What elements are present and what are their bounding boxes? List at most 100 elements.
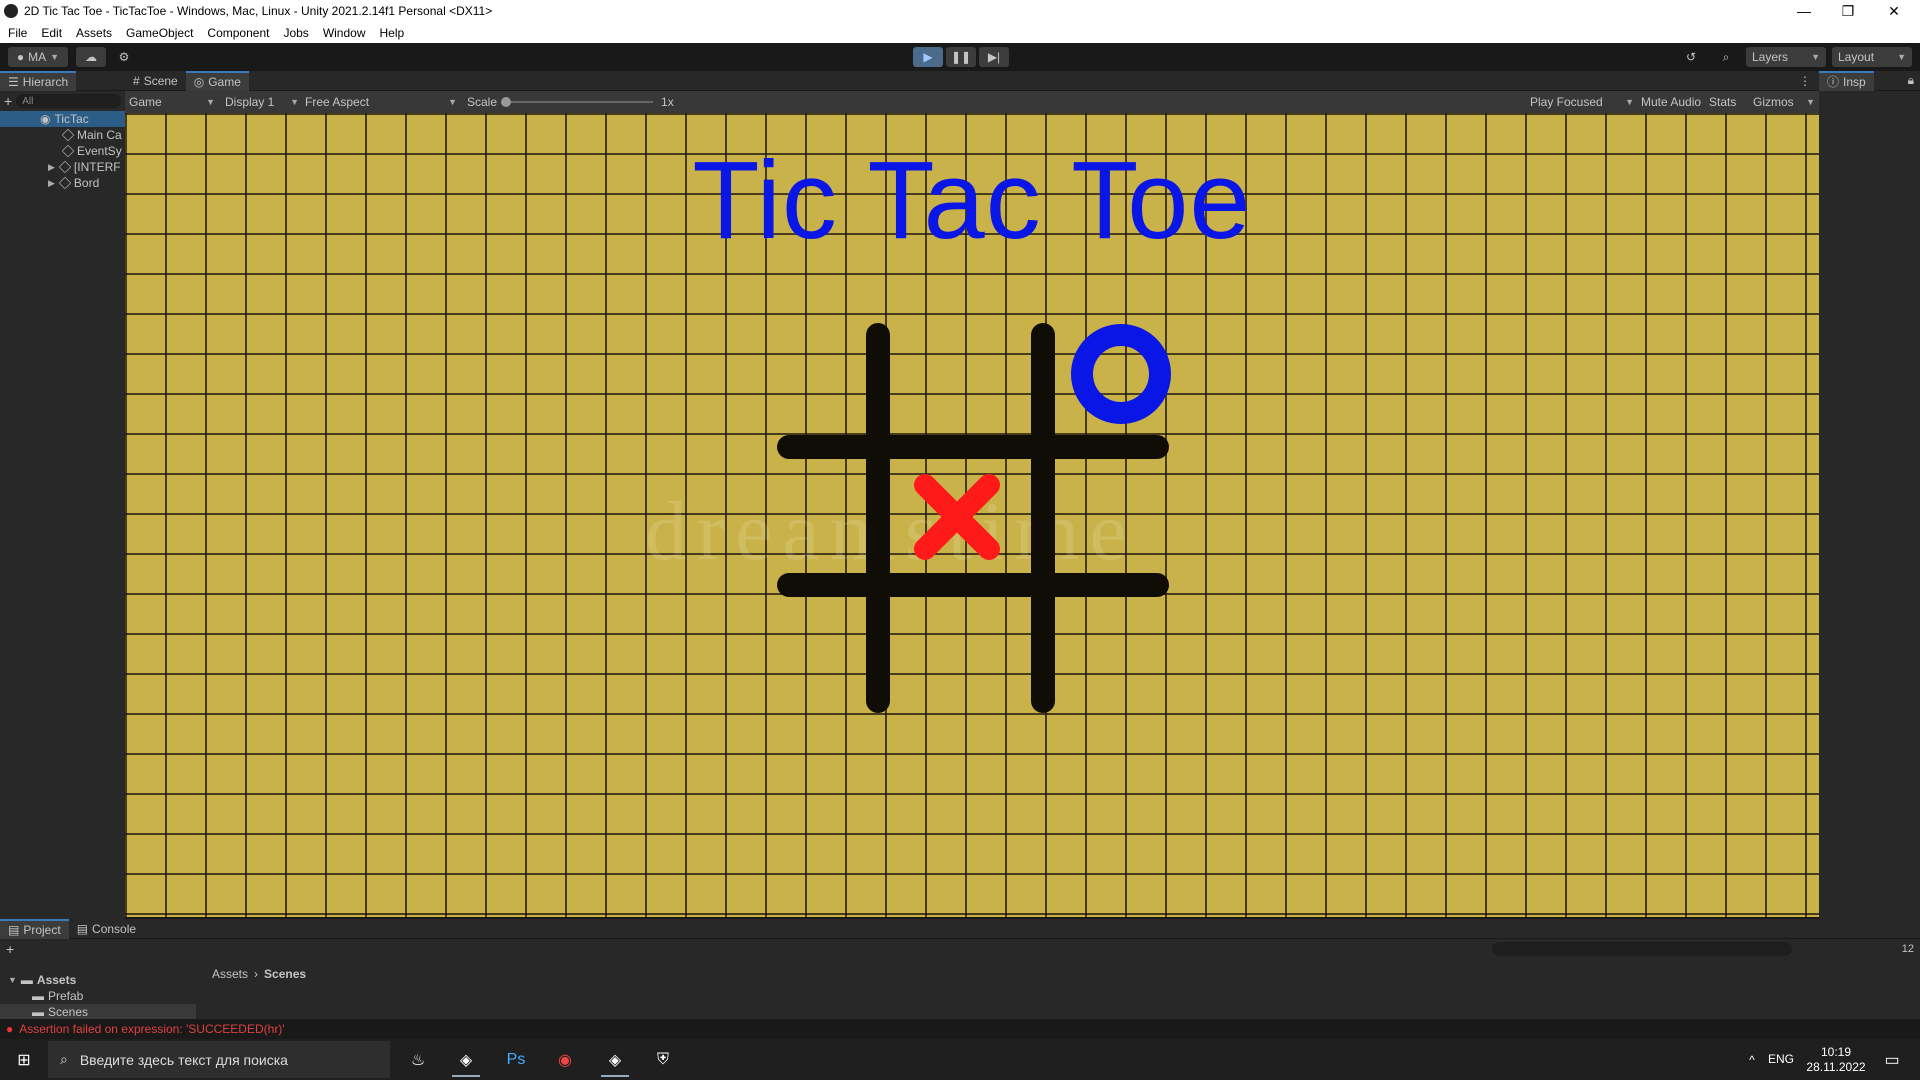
console-icon: ▤ bbox=[76, 921, 89, 936]
chevron-right-icon[interactable]: ▶ bbox=[48, 178, 55, 189]
menu-file[interactable]: File bbox=[8, 26, 27, 40]
collab-button[interactable]: ⚙ bbox=[112, 47, 136, 67]
lock-icon[interactable]: 🔒︎ bbox=[1908, 73, 1920, 88]
mute-audio-toggle[interactable]: Mute Audio bbox=[1641, 93, 1701, 111]
layout-dropdown[interactable]: Layout ▼ bbox=[1832, 47, 1912, 67]
project-search-input[interactable] bbox=[1491, 942, 1792, 956]
hierarchy-item[interactable]: ▶ [INTERF bbox=[0, 159, 125, 175]
steam-icon[interactable]: ♨ bbox=[398, 1043, 438, 1077]
gizmos-label: Gizmos bbox=[1753, 95, 1794, 109]
board-cell-7[interactable] bbox=[890, 597, 1031, 713]
language-indicator[interactable]: ENG bbox=[1768, 1052, 1794, 1066]
gameobject-icon bbox=[61, 144, 75, 158]
tree-item-assets[interactable]: ▼ ▬ Assets bbox=[0, 972, 196, 988]
add-icon[interactable]: + bbox=[4, 93, 12, 109]
game-mode-dropdown[interactable]: Game ▼ bbox=[129, 93, 215, 111]
tab-project[interactable]: ▤ Project bbox=[0, 918, 69, 939]
shield-icon[interactable]: ⛨ bbox=[643, 1043, 683, 1077]
gameobject-icon bbox=[61, 128, 75, 142]
hierarchy-item[interactable]: ▶ Bord bbox=[0, 175, 125, 191]
hierarchy-root-scene[interactable]: ◉ TicTac bbox=[0, 111, 125, 127]
hidden-count[interactable]: 12 bbox=[1902, 943, 1914, 955]
scale-value: 1x bbox=[661, 95, 674, 109]
step-button[interactable]: ▶| bbox=[979, 47, 1009, 67]
display-dropdown[interactable]: Display 1 ▼ bbox=[225, 93, 299, 111]
breadcrumb-scenes[interactable]: Scenes bbox=[264, 967, 306, 981]
menu-help[interactable]: Help bbox=[380, 26, 405, 40]
photoshop-icon[interactable]: Ps bbox=[496, 1043, 536, 1077]
board-cell-5[interactable] bbox=[1055, 459, 1169, 573]
menu-jobs[interactable]: Jobs bbox=[283, 26, 308, 40]
chrome-icon[interactable]: ◉ bbox=[545, 1043, 585, 1077]
search-button[interactable]: ⌕ bbox=[1712, 47, 1740, 67]
gameobject-icon bbox=[58, 176, 72, 190]
minimize-button[interactable]: — bbox=[1782, 0, 1826, 22]
menu-assets[interactable]: Assets bbox=[76, 26, 112, 40]
chevron-down-icon: ▼ bbox=[1897, 52, 1906, 62]
windows-start-icon[interactable]: ⊞ bbox=[4, 1043, 44, 1077]
layers-dropdown[interactable]: Layers ▼ bbox=[1746, 47, 1826, 67]
status-message[interactable]: Assertion failed on expression: 'SUCCEED… bbox=[19, 1022, 284, 1036]
inspector-tabbar: ⓘ Insp 🔒︎ bbox=[1819, 70, 1920, 91]
project-tab-label: Project bbox=[23, 922, 61, 937]
scale-slider-handle[interactable] bbox=[501, 97, 512, 107]
board-cell-1[interactable] bbox=[890, 323, 1031, 435]
board-cell-2[interactable] bbox=[1071, 323, 1183, 435]
close-button[interactable]: ✕ bbox=[1872, 0, 1916, 22]
more-options-icon[interactable]: ⋮ bbox=[1799, 74, 1819, 88]
tab-game[interactable]: ◎ Game bbox=[185, 70, 249, 91]
unity-editor-icon[interactable]: ◈ bbox=[595, 1043, 635, 1077]
play-button[interactable]: ▶ bbox=[913, 47, 943, 67]
account-label: MA bbox=[28, 50, 47, 64]
tab-scene[interactable]: # Scene bbox=[125, 71, 186, 91]
tray-chevron-up-icon[interactable]: ^ bbox=[1732, 1043, 1772, 1077]
notifications-icon[interactable]: ▭ bbox=[1872, 1043, 1912, 1077]
hierarchy-item[interactable]: Main Ca bbox=[0, 127, 125, 143]
hierarchy-item[interactable]: EventSy bbox=[0, 143, 125, 159]
game-view[interactable]: dreamstime Tic Tac Toe bbox=[125, 113, 1819, 917]
aspect-dropdown[interactable]: Free Aspect ▼ bbox=[305, 93, 457, 111]
project-tree: ▼ ▬ Assets ▬ Prefab ▬ Scenes bbox=[0, 972, 196, 1020]
scale-slider[interactable] bbox=[501, 97, 654, 107]
console-tab-label: Console bbox=[92, 921, 137, 936]
gameobject-icon bbox=[58, 160, 72, 174]
play-focused-dropdown[interactable]: Play Focused ▼ bbox=[1530, 93, 1634, 111]
board-cell-6[interactable] bbox=[777, 597, 866, 713]
play-icon: ▶ bbox=[923, 50, 933, 64]
cloud-button[interactable]: ☁ bbox=[76, 47, 106, 67]
chevron-right-icon[interactable]: ▶ bbox=[48, 162, 55, 173]
chevron-down-icon: ▼ bbox=[50, 52, 60, 62]
menu-window[interactable]: Window bbox=[323, 26, 366, 40]
board-cell-3[interactable] bbox=[777, 459, 866, 573]
board-cell-4[interactable] bbox=[905, 463, 1015, 573]
search-icon: ⌕ bbox=[60, 1051, 68, 1067]
menu-component[interactable]: Component bbox=[207, 26, 269, 40]
folder-icon: ▬ bbox=[20, 973, 33, 987]
maximize-button[interactable]: ❐ bbox=[1826, 0, 1870, 22]
tree-item-scenes[interactable]: ▬ Scenes bbox=[0, 1004, 196, 1020]
menu-gameobject[interactable]: GameObject bbox=[126, 26, 193, 40]
tab-inspector[interactable]: ⓘ Insp bbox=[1819, 70, 1874, 91]
tree-item-prefab[interactable]: ▬ Prefab bbox=[0, 988, 196, 1004]
menu-edit[interactable]: Edit bbox=[41, 26, 62, 40]
history-button[interactable]: ↺ bbox=[1677, 47, 1705, 67]
board-cell-8[interactable] bbox=[1055, 597, 1169, 713]
board-cell-0[interactable] bbox=[777, 323, 866, 435]
board-line-horizontal bbox=[777, 573, 1169, 597]
account-dropdown[interactable]: ● MA ▼ bbox=[8, 47, 68, 67]
tab-hierarchy[interactable]: ☰ Hierarch bbox=[0, 70, 77, 91]
breadcrumb-assets[interactable]: Assets bbox=[212, 967, 248, 981]
error-icon: ● bbox=[6, 1022, 14, 1036]
pause-button[interactable]: ❚❚ bbox=[946, 47, 976, 67]
x-mark-icon bbox=[914, 474, 1000, 560]
unity-hub-icon[interactable]: ◈ bbox=[446, 1043, 486, 1077]
tab-console[interactable]: ▤ Console bbox=[69, 919, 144, 939]
hierarchy-search-input[interactable]: All bbox=[16, 94, 121, 108]
stats-toggle[interactable]: Stats bbox=[1709, 93, 1736, 111]
add-icon[interactable]: + bbox=[6, 941, 14, 957]
gizmos-dropdown[interactable]: Gizmos ▼ bbox=[1753, 93, 1815, 111]
hierarchy-item-label: [INTERF bbox=[73, 160, 121, 174]
taskbar-search[interactable]: ⌕ Введите здесь текст для поиска bbox=[48, 1041, 390, 1078]
clock[interactable]: 10:19 28.11.2022 bbox=[1806, 1045, 1866, 1075]
chevron-down-icon: ▼ bbox=[1625, 97, 1634, 107]
